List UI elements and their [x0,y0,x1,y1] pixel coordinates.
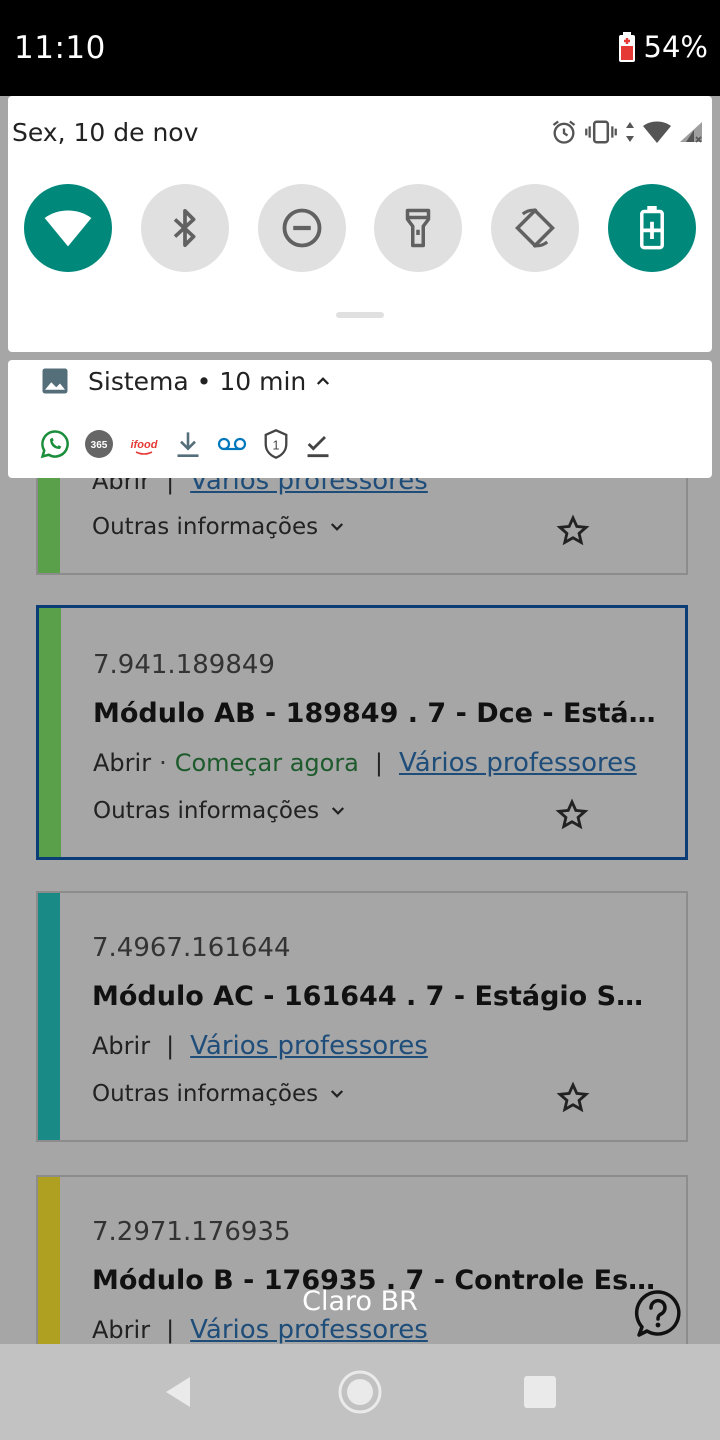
open-link[interactable]: Abrir [92,1032,150,1060]
wifi-icon [44,210,92,247]
star-icon[interactable] [555,798,589,832]
card-stripe [39,608,61,857]
card-actions-row: Abrir | Vários professores [92,1031,428,1061]
chevron-down-icon [331,523,344,531]
data-arrows-icon [626,122,634,142]
chevron-down-icon [332,807,345,815]
alarm-icon [552,120,576,144]
separator: | [166,1032,175,1060]
date-label: Sex, 10 de nov [12,118,199,147]
check-icon [307,436,329,458]
battery-saver-tile[interactable] [607,184,696,272]
course-code: 7.941.189849 [93,650,275,680]
shield-one-icon: 1 [264,429,288,459]
navigation-bar [0,1344,720,1440]
svg-text:1: 1 [273,439,280,453]
open-link[interactable]: Abrir [92,1316,150,1344]
bluetooth-tile[interactable] [140,184,229,272]
dot-separator: · [159,749,167,777]
wifi-tile[interactable] [24,184,112,272]
notification-title: Sistema • 10 min [88,366,307,396]
image-icon [42,368,68,394]
quick-settings-tiles [24,184,696,272]
battery-icon [618,32,635,62]
bluetooth-icon [173,209,196,247]
course-title[interactable]: Módulo AC - 161644 . 7 - Estágio Supervi… [92,981,660,1012]
chevron-down-icon [331,1090,344,1098]
status-right: 54% [618,30,708,64]
more-info-label: Outras informações [93,798,320,824]
drag-handle[interactable] [336,312,384,318]
do-not-disturb-icon [282,208,322,248]
back-icon[interactable] [160,1374,196,1410]
battery-percent: 54% [643,30,708,64]
star-icon[interactable] [556,1081,590,1115]
wifi-icon [643,121,671,143]
course-title[interactable]: Módulo AB - 189849 . 7 - Dce - Estágio S… [93,698,661,729]
card-stripe [38,1177,60,1350]
notification-header: Sistema • 10 min [40,366,332,396]
ifood-icon: ifood [131,439,158,455]
separator: | [166,1316,175,1344]
more-info-toggle[interactable]: Outras informações [92,1081,346,1107]
notification-app-icons: 365 ifood 1 [40,428,332,460]
teachers-link[interactable]: Vários professores [190,1315,428,1345]
cell-signal-icon [680,122,702,143]
svg-text:ifood: ifood [131,439,158,451]
flashlight-icon [406,208,431,248]
download-icon [177,432,199,457]
app-365-icon: 365 [85,430,113,458]
recent-apps-button[interactable] [524,1376,556,1408]
rotate-icon [515,208,556,248]
more-info-label: Outras informações [92,1081,319,1107]
home-icon[interactable] [336,1368,384,1416]
more-info-label: Outras informações [92,514,319,540]
svg-text:365: 365 [91,440,108,451]
vibrate-icon [585,120,617,144]
more-info-toggle[interactable]: Outras informações [92,514,346,540]
course-card-3[interactable]: 7.4967.161644 Módulo AC - 161644 . 7 - E… [36,891,688,1142]
system-notification[interactable]: Sistema • 10 min 365 ifood 1 [8,360,712,478]
dnd-tile[interactable] [257,184,346,272]
clock: 11:10 [14,30,106,66]
quick-settings-panel: Sex, 10 de nov [8,96,712,352]
separator: | [374,749,383,777]
course-code: 7.2971.176935 [92,1217,291,1247]
voicemail-icon [217,437,247,451]
chevron-up-icon[interactable] [314,372,332,390]
open-link[interactable]: Abrir [93,749,151,777]
teachers-link[interactable]: Vários professores [399,748,637,778]
teachers-link[interactable]: Vários professores [190,1031,428,1061]
course-card-2[interactable]: 7.941.189849 Módulo AB - 189849 . 7 - Dc… [36,605,688,860]
card-actions-row: Abrir · Começar agora | Vários professor… [93,748,637,778]
course-card-4[interactable]: 7.2971.176935 Módulo B - 176935 . 7 - Co… [36,1175,688,1350]
carrier-label: Claro BR [302,1286,418,1317]
course-code: 7.4967.161644 [92,933,291,963]
help-icon[interactable] [632,1288,684,1340]
battery-saver-icon [640,206,664,250]
more-info-toggle[interactable]: Outras informações [93,798,347,824]
card-stripe [38,893,60,1140]
start-now-label[interactable]: Começar agora [175,749,359,777]
qs-status-icons [550,118,704,146]
auto-rotate-tile[interactable] [491,184,580,272]
card-actions-row: Abrir | Vários professores [92,1315,428,1345]
flashlight-tile[interactable] [374,184,463,272]
status-bar: 11:10 54% [0,0,720,96]
star-icon[interactable] [556,514,590,548]
whatsapp-icon [40,430,69,459]
